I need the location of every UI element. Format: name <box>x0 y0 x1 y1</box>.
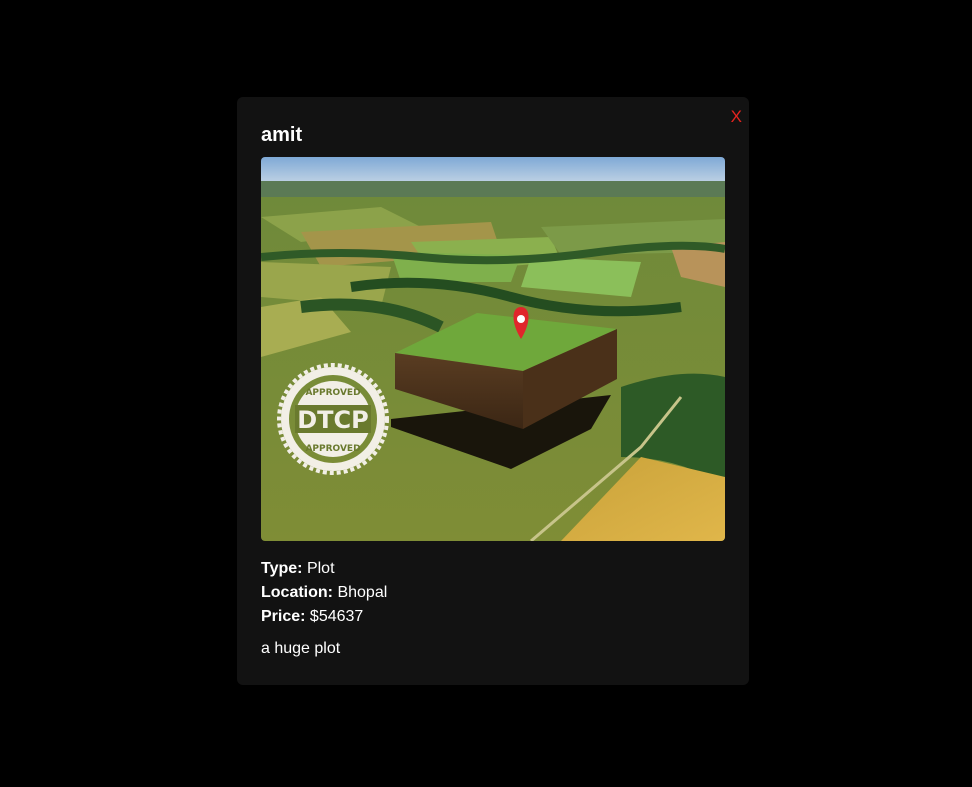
price-label: Price: <box>261 608 306 625</box>
svg-text:APPROVED: APPROVED <box>305 388 360 398</box>
location-row: Location: Bhopal <box>261 581 387 605</box>
type-value: Plot <box>306 560 335 577</box>
type-label: Type: <box>261 560 303 577</box>
price-row: Price: $54637 <box>261 605 387 629</box>
dtcp-stamp: DTCP APPROVED APPROVED <box>277 363 389 475</box>
property-description: a huge plot <box>261 640 341 657</box>
location-label: Location: <box>261 584 333 601</box>
svg-text:APPROVED: APPROVED <box>305 444 360 454</box>
location-value: Bhopal <box>337 584 388 601</box>
svg-text:DTCP: DTCP <box>297 406 369 434</box>
property-image: DTCP APPROVED APPROVED <box>261 157 725 541</box>
price-value: $54637 <box>309 608 364 625</box>
close-button[interactable]: X <box>731 107 742 127</box>
property-details: Type: Plot Location: Bhopal Price: $5463… <box>261 557 387 629</box>
modal-title: amit <box>261 124 303 146</box>
type-row: Type: Plot <box>261 557 387 581</box>
property-details-modal: X amit DTCP APPROVED APPROVED Type: Plot… <box>237 97 749 685</box>
